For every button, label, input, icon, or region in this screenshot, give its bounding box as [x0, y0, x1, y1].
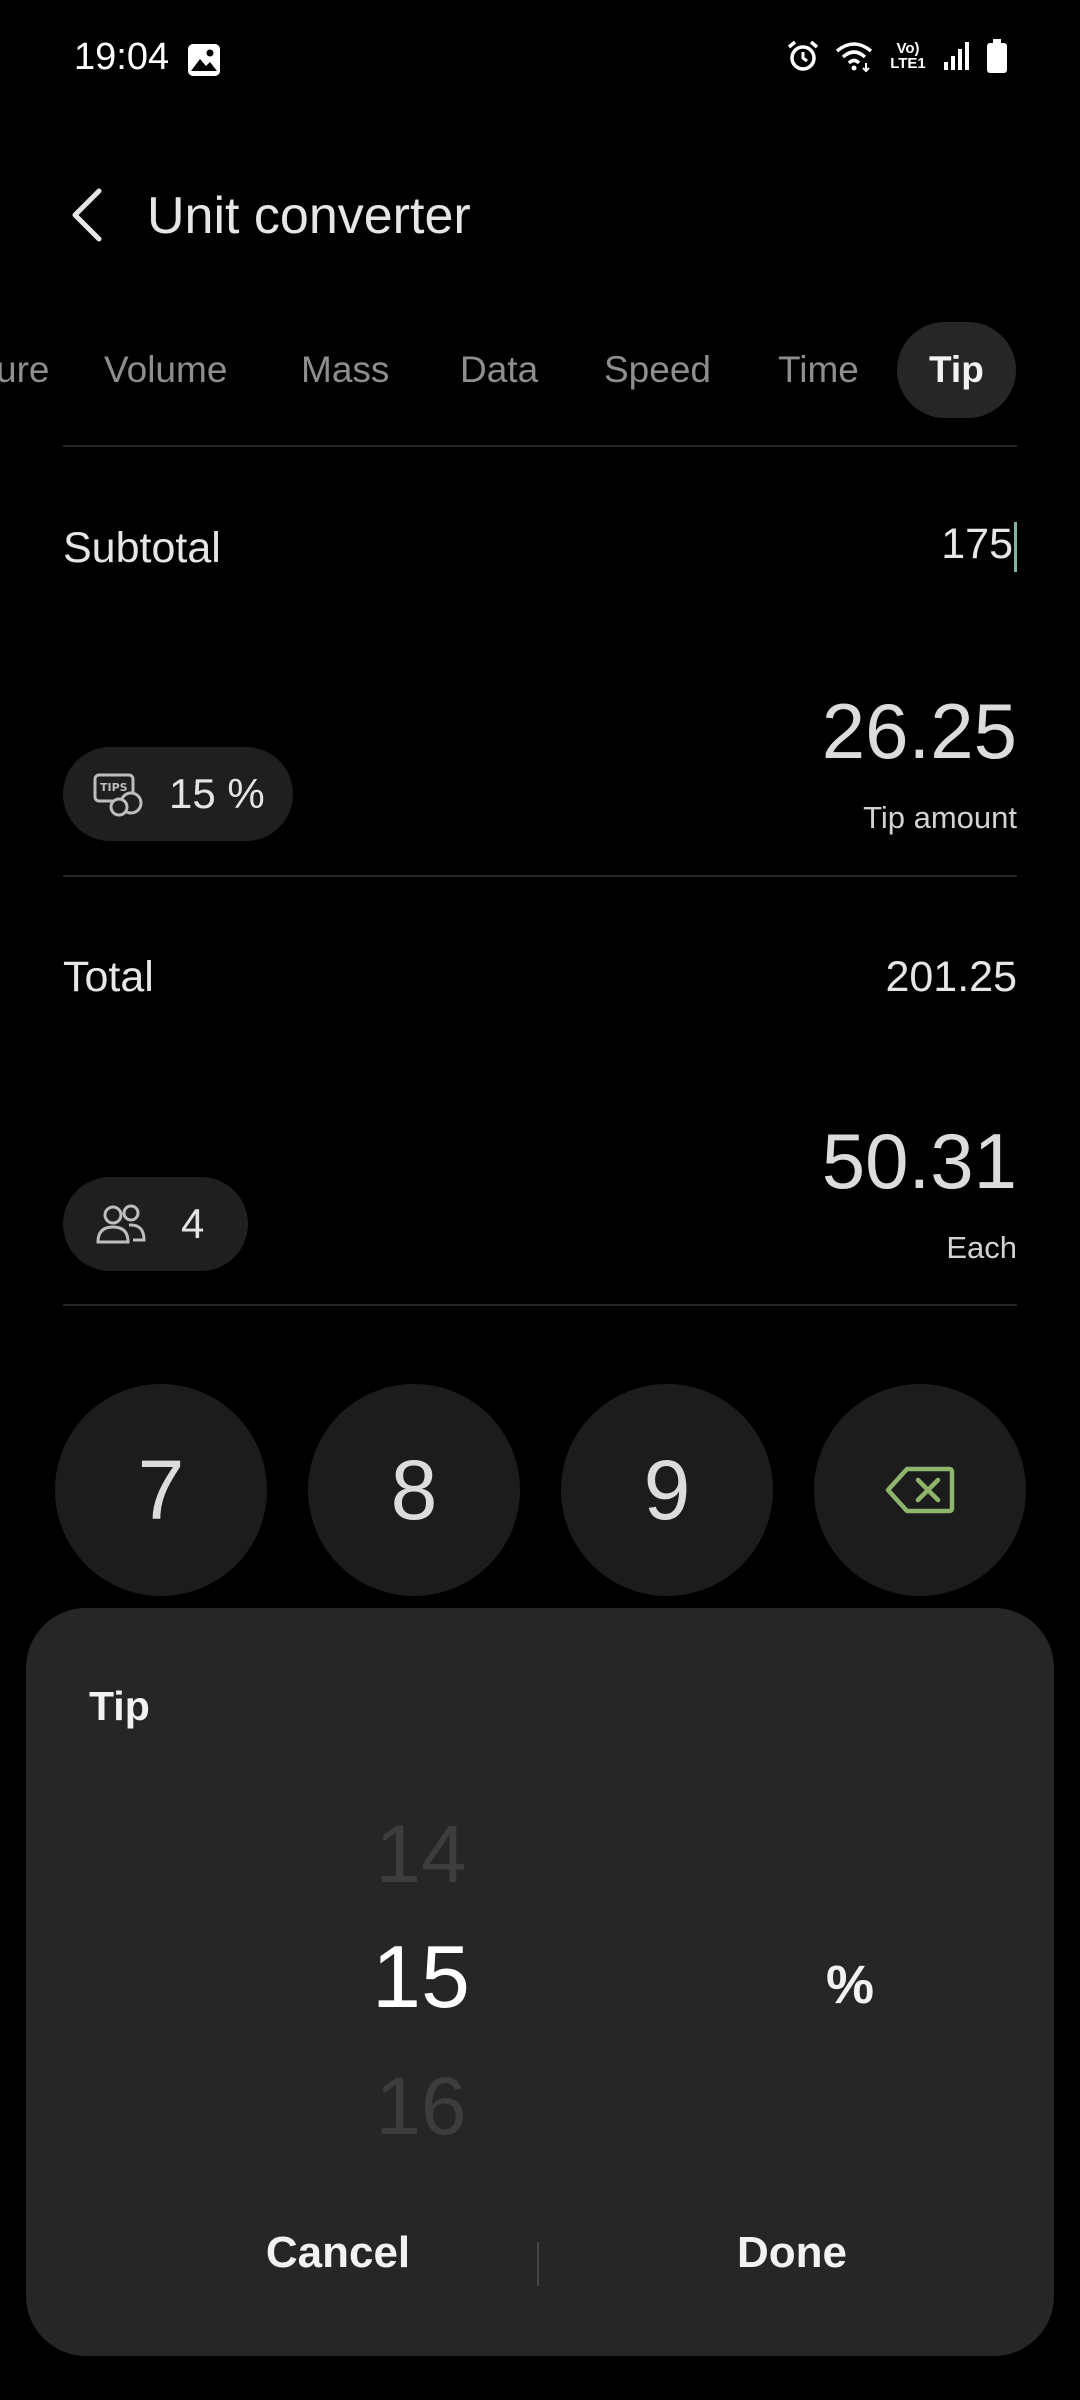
tip-picker-dialog: Tip 14 15 16 % Cancel Done [26, 1608, 1054, 2356]
svg-text:TIPS: TIPS [100, 781, 128, 794]
key-8[interactable]: 8 [308, 1384, 520, 1596]
total-value: 201.25 [885, 953, 1017, 1001]
total-label: Total [63, 953, 154, 1001]
tab-mass[interactable]: Mass [301, 322, 389, 418]
cancel-button[interactable]: Cancel [158, 2228, 518, 2278]
divider [63, 1304, 1017, 1306]
subtotal-value: 175 [941, 520, 1013, 568]
tab-time[interactable]: Time [778, 322, 859, 418]
image-icon [186, 42, 222, 83]
wifi-icon [835, 42, 873, 73]
volte-icon: Vo) LTE1 [890, 40, 926, 72]
people-count: 4 [181, 1200, 205, 1247]
each-caption: Each [946, 1230, 1017, 1265]
back-arrow-icon [72, 188, 102, 242]
tab-data[interactable]: Data [460, 322, 538, 418]
key-9[interactable]: 9 [561, 1384, 773, 1596]
tab-tip[interactable]: Tip [897, 322, 1016, 418]
tip-amount: 26.25 [821, 687, 1017, 775]
dialog-title: Tip [89, 1683, 150, 1729]
category-tabs: ure Volume Mass Data Speed Time Tip [0, 322, 1080, 422]
battery-icon [987, 39, 1007, 73]
backspace-button[interactable] [814, 1384, 1026, 1596]
divider [63, 875, 1017, 877]
tip-amount-caption: Tip amount [863, 800, 1017, 835]
back-button[interactable] [52, 180, 122, 250]
alarm-icon [787, 40, 819, 71]
each-amount: 50.31 [821, 1117, 1017, 1205]
status-icons: Vo) LTE1 [786, 38, 1008, 74]
picker-previous-value[interactable]: 14 [316, 1808, 526, 1902]
picker-current-value[interactable]: 15 [316, 1926, 526, 2028]
tab-volume[interactable]: Volume [104, 322, 227, 418]
tip-percent-label: 15 % [169, 770, 265, 817]
key-7[interactable]: 7 [55, 1384, 267, 1596]
divider [63, 445, 1017, 447]
tips-icon: TIPS [93, 773, 143, 817]
status-time: 19:04 [74, 36, 170, 78]
picker-next-value[interactable]: 16 [316, 2060, 526, 2154]
signal-icon [944, 42, 969, 70]
split-people-button[interactable]: 4 [63, 1177, 249, 1271]
tab-speed[interactable]: Speed [604, 322, 711, 418]
button-separator [537, 2242, 539, 2286]
page-title: Unit converter [147, 187, 471, 245]
subtotal-input[interactable]: 175 [941, 520, 1017, 572]
tab-temperature[interactable]: ure [0, 322, 49, 418]
done-button[interactable]: Done [612, 2228, 972, 2278]
tip-percent-button[interactable]: TIPS 15 % [63, 747, 293, 841]
subtotal-label: Subtotal [63, 524, 221, 572]
text-cursor [1014, 521, 1017, 572]
backspace-icon [885, 1466, 955, 1514]
picker-unit: % [826, 1955, 875, 2015]
people-icon [96, 1204, 146, 1244]
